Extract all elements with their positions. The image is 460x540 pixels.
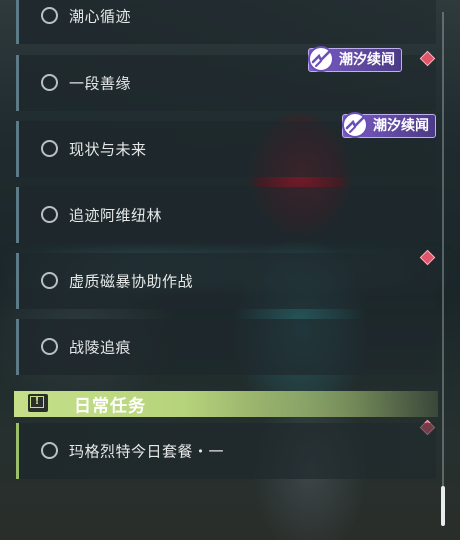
section-title: 日常任务 <box>74 396 146 417</box>
tidal-sequel-icon <box>342 112 368 138</box>
scrollbar-track[interactable] <box>442 12 444 526</box>
quest-label: 一段善缘 <box>69 74 132 93</box>
quest-label: 追迹阿维纽林 <box>69 206 163 225</box>
scrollbar-thumb[interactable] <box>441 486 445 526</box>
exclamation-icon: ! <box>28 394 48 412</box>
quest-label: 潮心循迹 <box>69 7 132 26</box>
quest-status-ring-icon <box>41 442 58 459</box>
quest-status-ring-icon <box>41 338 58 355</box>
quest-label: 玛格烈特今日套餐・一 <box>69 442 225 461</box>
quest-item-4[interactable]: 虚质磁暴协助作战 <box>16 253 436 309</box>
tidal-sequel-badge: 潮汐续闻 <box>342 112 436 138</box>
quest-label: 现状与未来 <box>69 140 147 159</box>
badge-label: 潮汐续闻 <box>339 52 395 68</box>
badge-label: 潮汐续闻 <box>373 118 429 134</box>
quest-status-ring-icon <box>41 140 58 157</box>
quest-label: 战陵追痕 <box>69 338 132 357</box>
tidal-sequel-icon <box>308 46 334 72</box>
daily-quest-item-0[interactable]: 玛格烈特今日套餐・一 <box>16 423 436 479</box>
quest-item-0[interactable]: 潮心循迹 <box>16 0 436 44</box>
quest-status-ring-icon <box>41 272 58 289</box>
daily-tasks-header[interactable]: ! 日常任务 <box>14 391 438 417</box>
quest-item-3[interactable]: 追迹阿维纽林 <box>16 187 436 243</box>
quest-item-5[interactable]: 战陵追痕 <box>16 319 436 375</box>
quest-label: 虚质磁暴协助作战 <box>69 272 194 291</box>
tidal-sequel-badge: 潮汐续闻 <box>308 46 402 72</box>
quest-status-ring-icon <box>41 206 58 223</box>
quest-status-ring-icon <box>41 74 58 91</box>
quest-status-ring-icon <box>41 7 58 24</box>
